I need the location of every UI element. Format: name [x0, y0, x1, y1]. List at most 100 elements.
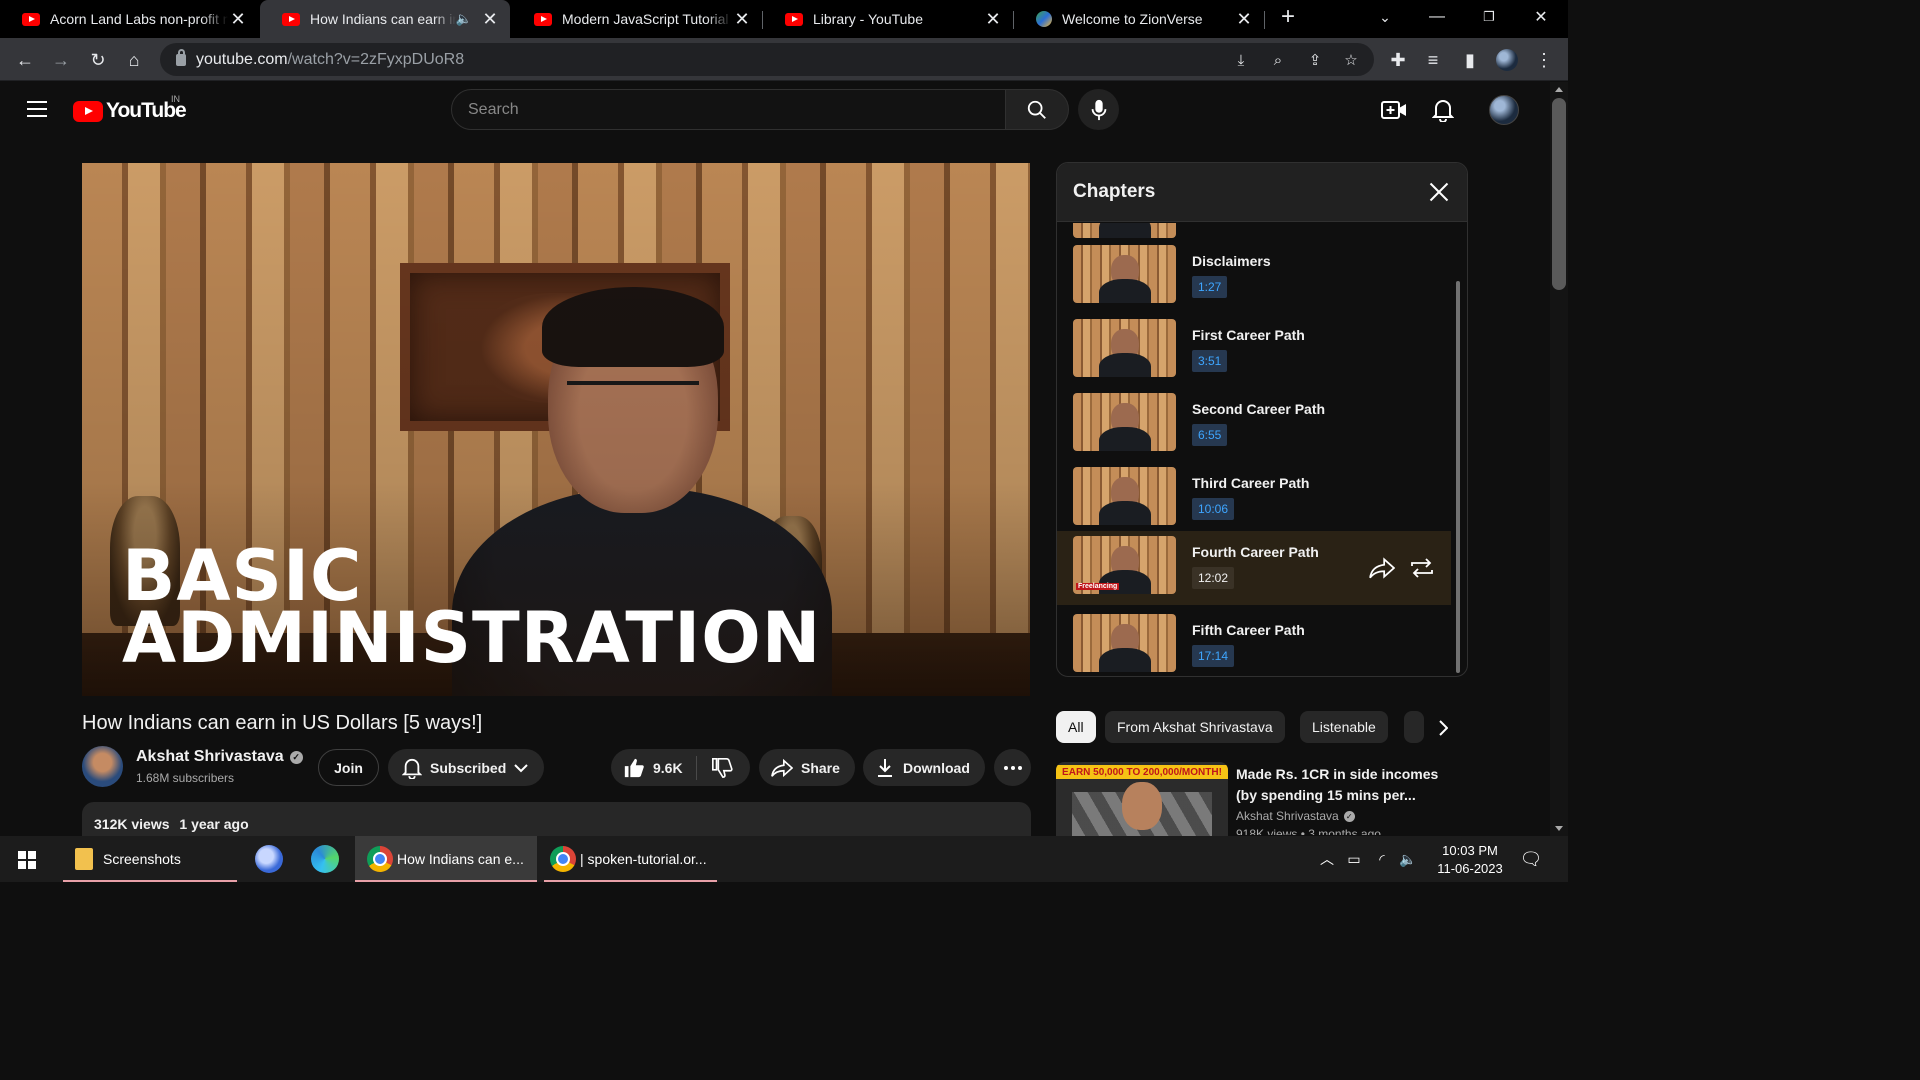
- scrollbar-thumb[interactable]: [1552, 98, 1566, 290]
- chapter-thumbnail: Freelancing: [1073, 536, 1176, 594]
- chip-partial[interactable]: [1404, 711, 1424, 743]
- repeat-icon[interactable]: [1409, 557, 1435, 579]
- video-player[interactable]: BASIC ADMINISTRATION: [82, 163, 1030, 696]
- chrome-icon: [367, 846, 393, 872]
- chevron-down-icon: [514, 763, 528, 772]
- taskbar-app-chrome-active[interactable]: How Indians can e...: [355, 836, 537, 882]
- close-tab-icon[interactable]: ✕: [983, 9, 1003, 30]
- search-input[interactable]: [468, 100, 1005, 119]
- close-tab-icon[interactable]: ✕: [228, 9, 248, 30]
- folder-icon: [75, 848, 93, 870]
- share-button[interactable]: Share: [759, 749, 855, 786]
- outlook-icon[interactable]: [255, 845, 283, 873]
- volume-icon[interactable]: 🔈: [1396, 836, 1420, 882]
- youtube-logo[interactable]: YouTube IN: [73, 94, 187, 123]
- browser-menu-icon[interactable]: ⋮: [1531, 47, 1557, 73]
- recommendation-thumbnail[interactable]: EARN 50,000 TO 200,000/MONTH!: [1056, 762, 1228, 837]
- scroll-up-icon[interactable]: [1555, 87, 1563, 92]
- create-video-icon[interactable]: [1380, 96, 1408, 124]
- chapter-item[interactable]: Disclaimers 1:27: [1057, 240, 1451, 314]
- chapter-item[interactable]: Fifth Career Path 17:14: [1057, 609, 1451, 676]
- profile-avatar-icon[interactable]: [1494, 47, 1520, 73]
- scroll-down-icon[interactable]: [1555, 826, 1563, 831]
- chapter-item-current[interactable]: Freelancing Fourth Career Path 12:02: [1057, 531, 1451, 605]
- chapter-timestamp[interactable]: 1:27: [1192, 276, 1228, 298]
- reload-icon[interactable]: ↻: [85, 47, 111, 73]
- lock-icon[interactable]: [176, 48, 186, 66]
- browser-tab[interactable]: Acorn Land Labs non-profit m ✕: [0, 0, 258, 38]
- page-scrollbar[interactable]: [1550, 82, 1568, 836]
- zoom-icon[interactable]: ⌕: [1267, 49, 1289, 71]
- chips-next-button[interactable]: [1426, 711, 1460, 745]
- system-clock[interactable]: 10:03 PM 11-06-2023: [1420, 842, 1520, 878]
- close-tab-icon[interactable]: ✕: [480, 9, 500, 30]
- recommendation-title[interactable]: Made Rs. 1CR in side incomes (by spendin…: [1236, 764, 1446, 806]
- channel-avatar[interactable]: [82, 746, 123, 787]
- upload-age: 1 year ago: [179, 816, 249, 832]
- channel-name[interactable]: Akshat Shrivastava ✓: [136, 748, 303, 766]
- voice-search-button[interactable]: [1078, 89, 1119, 130]
- forward-icon[interactable]: →: [48, 47, 74, 73]
- window-close-icon[interactable]: ✕: [1516, 0, 1566, 34]
- media-control-icon[interactable]: ≡: [1420, 47, 1446, 73]
- join-button[interactable]: Join: [318, 749, 379, 786]
- tab-search-icon[interactable]: ⌄: [1360, 0, 1410, 34]
- minimize-icon[interactable]: —: [1412, 0, 1462, 34]
- close-tab-icon[interactable]: ✕: [1234, 9, 1254, 30]
- browser-tab[interactable]: Welcome to ZionVerse ✕: [1014, 0, 1264, 38]
- notifications-bell-icon[interactable]: [1429, 96, 1457, 124]
- chapters-scrollbar[interactable]: [1456, 281, 1460, 673]
- browser-tab-active[interactable]: How Indians can earn in U 🔈 ✕: [260, 0, 510, 38]
- search-button[interactable]: [1005, 89, 1069, 130]
- account-avatar[interactable]: [1489, 95, 1519, 125]
- chip-from-channel[interactable]: From Akshat Shrivastava: [1105, 711, 1285, 743]
- subscribed-button[interactable]: Subscribed: [388, 749, 544, 786]
- side-panel-icon[interactable]: ▮: [1457, 47, 1483, 73]
- chapter-title: Third Career Path: [1192, 475, 1310, 491]
- close-icon[interactable]: [1427, 180, 1451, 204]
- chapters-list: Disclaimers 1:27 First Career Path 3:51 …: [1057, 223, 1451, 676]
- search-box[interactable]: [451, 89, 1006, 130]
- chapter-item[interactable]: Third Career Path 10:06: [1057, 462, 1451, 536]
- chapter-timestamp[interactable]: 17:14: [1192, 645, 1235, 667]
- dislike-button[interactable]: [697, 757, 733, 779]
- bookmark-star-icon[interactable]: ☆: [1340, 49, 1362, 71]
- chapter-item[interactable]: First Career Path 3:51: [1057, 314, 1451, 388]
- chapter-timestamp[interactable]: 12:02: [1192, 567, 1235, 589]
- browser-tab[interactable]: Library - YouTube ✕: [763, 0, 1013, 38]
- show-hidden-icons-chevron-up-icon[interactable]: ︿: [1316, 836, 1338, 882]
- close-tab-icon[interactable]: ✕: [732, 9, 752, 30]
- share-page-icon[interactable]: ⇪: [1304, 49, 1326, 71]
- new-tab-icon[interactable]: +: [1263, 0, 1313, 34]
- windows-start-icon[interactable]: [18, 851, 36, 869]
- install-app-icon[interactable]: ⤓: [1230, 49, 1252, 71]
- browser-tab[interactable]: Modern JavaScript Tutorial # ✕: [512, 0, 762, 38]
- download-button[interactable]: Download: [863, 749, 985, 786]
- notifications-icon[interactable]: 🗨: [1516, 836, 1546, 882]
- recommendation-channel[interactable]: Akshat Shrivastava ✓: [1236, 809, 1355, 823]
- clock-time: 10:03 PM: [1442, 843, 1498, 858]
- edge-browser-icon[interactable]: [311, 845, 339, 873]
- chapter-timestamp[interactable]: 3:51: [1192, 350, 1228, 372]
- back-icon[interactable]: ←: [12, 47, 38, 73]
- taskbar-app-file-explorer[interactable]: Screenshots: [63, 836, 237, 882]
- chapter-item[interactable]: Second Career Path 6:55: [1057, 388, 1451, 462]
- chapter-timestamp[interactable]: 6:55: [1192, 424, 1228, 446]
- chapter-title: Second Career Path: [1192, 401, 1326, 417]
- chip-listenable[interactable]: Listenable: [1300, 711, 1388, 743]
- menu-icon[interactable]: [27, 101, 47, 117]
- home-icon[interactable]: ⌂: [121, 47, 147, 73]
- address-bar[interactable]: youtube.com/watch?v=2zFyxpDUoR8 ⤓ ⌕ ⇪ ☆: [160, 43, 1374, 76]
- chapter-timestamp[interactable]: 10:06: [1192, 498, 1235, 520]
- more-actions-button[interactable]: [994, 749, 1031, 786]
- chip-all[interactable]: All: [1056, 711, 1096, 743]
- speaker-icon[interactable]: 🔈: [456, 11, 472, 27]
- like-button[interactable]: 9.6K: [611, 755, 697, 780]
- chapters-panel: Chapters Disclaimers 1:27 First Career P…: [1056, 162, 1468, 677]
- wifi-icon[interactable]: ◜: [1370, 836, 1394, 882]
- extensions-icon[interactable]: ✚: [1385, 47, 1411, 73]
- share-icon[interactable]: [1369, 557, 1395, 579]
- taskbar-app-chrome[interactable]: | spoken-tutorial.or...: [544, 836, 717, 882]
- restore-icon[interactable]: ❐: [1464, 0, 1514, 34]
- battery-icon[interactable]: ▭: [1342, 836, 1366, 882]
